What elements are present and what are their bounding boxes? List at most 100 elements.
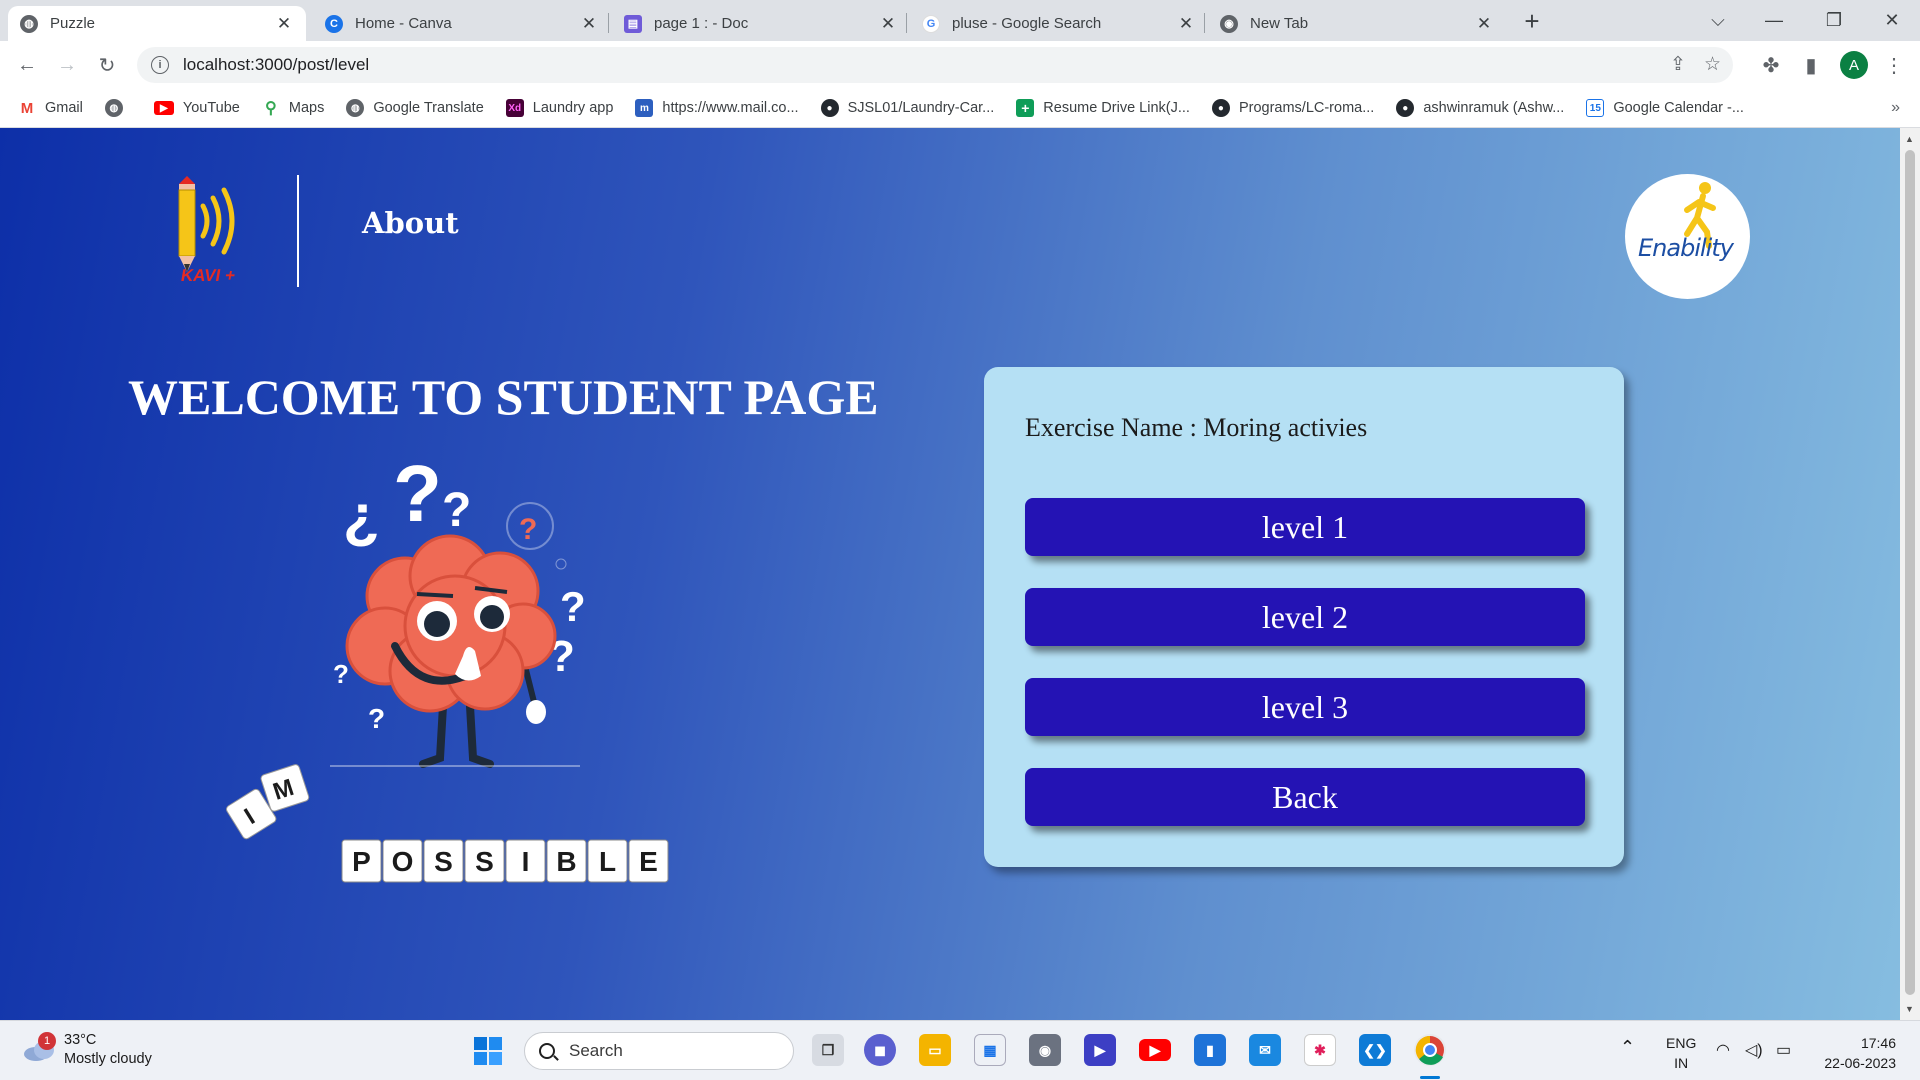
youtube-app-icon[interactable]: ▶ [1139, 1039, 1171, 1061]
weather-widget[interactable]: 1 33°C Mostly cloudy [22, 1031, 152, 1069]
power-automate-icon[interactable]: ▶ [1084, 1034, 1116, 1066]
tab-strip: ◍ Puzzle ✕ C Home - Canva ✕ ▤ page 1 : -… [0, 0, 1920, 41]
bookmark-label: https://www.mail.co... [662, 100, 799, 116]
back-button[interactable]: Back [1025, 768, 1585, 826]
weather-desc: Mostly cloudy [64, 1051, 152, 1067]
mail-app-icon[interactable]: ✉ [1249, 1034, 1281, 1066]
file-explorer-icon[interactable]: ▭ [919, 1034, 951, 1066]
level-1-button[interactable]: level 1 [1025, 498, 1585, 556]
tab-divider [906, 13, 907, 33]
bookmark-github-laundry[interactable]: ● SJSL01/Laundry-Car... [820, 99, 994, 117]
window-close-button[interactable]: ✕ [1864, 0, 1920, 41]
header-divider [297, 175, 299, 287]
vscode-icon[interactable]: ❮❯ [1359, 1034, 1391, 1066]
bookmark-gmail[interactable]: M Gmail [18, 99, 83, 117]
letter-tile: P [341, 839, 382, 883]
slack-icon[interactable]: ✱ [1304, 1034, 1336, 1066]
tray-overflow-chevron-icon[interactable]: ⌃ [1620, 1037, 1635, 1057]
tab-google-search[interactable]: G pluse - Google Search ✕ [910, 6, 1208, 41]
letter-tile: L [587, 839, 628, 883]
doc-icon: ▤ [624, 14, 642, 33]
kebab-menu-icon[interactable]: ⋮ [1878, 49, 1910, 81]
page-scrollbar[interactable]: ▲ ▼ [1900, 128, 1920, 1020]
extensions-puzzle-icon[interactable]: ✤ [1755, 49, 1787, 81]
close-icon[interactable]: ✕ [579, 14, 599, 34]
bookmark-star-icon[interactable]: ☆ [1704, 53, 1721, 76]
letter-tile-text: P [352, 846, 371, 877]
active-app-indicator [1420, 1076, 1440, 1079]
side-panel-icon[interactable]: ▮ [1795, 49, 1827, 81]
volume-icon[interactable]: ◁) [1745, 1041, 1763, 1061]
bookmark-laundry-app[interactable]: Xd Laundry app [505, 99, 613, 117]
level-2-button[interactable]: level 2 [1025, 588, 1585, 646]
reload-icon[interactable]: ↻ [91, 49, 123, 81]
tab-title: New Tab [1250, 15, 1309, 32]
bookmark-github-programs[interactable]: ● Programs/LC-roma... [1211, 99, 1374, 117]
tab-title: Home - Canva [355, 15, 452, 32]
word-app-icon[interactable]: ▮ [1194, 1034, 1226, 1066]
bookmark-resume[interactable]: + Resume Drive Link(J... [1016, 99, 1190, 117]
share-icon[interactable]: ⇪ [1670, 53, 1686, 76]
bookmark-youtube[interactable]: ▶ YouTube [153, 100, 240, 116]
bookmark-calendar[interactable]: 15 Google Calendar -... [1586, 99, 1744, 117]
nav-about-link[interactable]: About [362, 206, 459, 240]
close-icon[interactable]: ✕ [274, 14, 294, 34]
bookmarks-overflow-icon[interactable]: » [1891, 99, 1900, 117]
google-icon: G [922, 14, 940, 33]
windows-start-icon[interactable] [474, 1037, 502, 1065]
exercise-name: Exercise Name : Moring activies [1025, 413, 1368, 442]
mail-icon: m [635, 99, 654, 117]
bookmark-google-translate[interactable]: ◍ Google Translate [346, 99, 484, 117]
close-icon[interactable]: ✕ [1474, 14, 1494, 34]
site-info-icon[interactable]: i [151, 56, 169, 74]
tab-puzzle[interactable]: ◍ Puzzle ✕ [8, 6, 306, 41]
svg-text:?: ? [333, 659, 349, 689]
letter-tile-text: B [556, 846, 576, 877]
page-viewport: KAVI + About Enability WELCOME TO STUDEN… [0, 128, 1900, 1020]
microsoft-store-icon[interactable]: ▦ [974, 1034, 1006, 1066]
task-view-icon[interactable]: ❐ [812, 1034, 844, 1066]
scroll-up-arrow-icon[interactable]: ▲ [1905, 134, 1914, 144]
scroll-down-arrow-icon[interactable]: ▼ [1905, 1004, 1914, 1014]
back-arrow-icon[interactable]: ← [11, 49, 43, 81]
question-mark-icon: ? [519, 513, 537, 546]
globe-icon: ◍ [104, 99, 123, 117]
profile-avatar[interactable]: A [1840, 51, 1868, 79]
bookmark-label: Google Calendar -... [1613, 100, 1744, 116]
letter-tile: B [546, 839, 587, 883]
close-icon[interactable]: ✕ [878, 14, 898, 34]
canva-icon: C [325, 14, 343, 33]
camera-icon[interactable]: ◉ [1029, 1034, 1061, 1066]
battery-icon[interactable]: ▭ [1776, 1041, 1791, 1061]
clock[interactable]: 17:46 22-06-2023 [1816, 1033, 1896, 1073]
enability-logo[interactable]: Enability [1625, 174, 1750, 299]
bookmark-github-ashwin[interactable]: ● ashwinramuk (Ashw... [1396, 99, 1564, 117]
scrollbar-thumb[interactable] [1905, 150, 1915, 995]
tab-title: Puzzle [50, 15, 96, 32]
level-3-button[interactable]: level 3 [1025, 678, 1585, 736]
minimize-button[interactable]: — [1746, 0, 1802, 41]
bookmark-label: YouTube [182, 100, 240, 116]
chrome-app-icon[interactable] [1414, 1034, 1446, 1066]
close-icon[interactable]: ✕ [1176, 14, 1196, 34]
tab-new-tab[interactable]: ◉ New Tab ✕ [1208, 6, 1506, 41]
bookmark-maps[interactable]: ⚲ Maps [261, 99, 324, 117]
wifi-icon[interactable]: ◠ [1716, 1041, 1730, 1061]
restore-button[interactable]: ❐ [1806, 0, 1862, 41]
new-tab-button[interactable]: + [1518, 6, 1546, 37]
teams-chat-icon[interactable]: ◼ [864, 1034, 896, 1066]
tab-divider [608, 13, 609, 33]
bookmark-globe[interactable]: ◍ [104, 99, 132, 117]
forward-arrow-icon[interactable]: → [51, 49, 83, 81]
globe-icon: ◍ [346, 99, 365, 117]
lang-top: ENG [1666, 1035, 1697, 1051]
tab-search-chevron-icon[interactable]: ⌵ [1690, 0, 1746, 41]
taskbar-search[interactable]: Search [524, 1032, 794, 1070]
tab-canva[interactable]: C Home - Canva ✕ [313, 6, 611, 41]
letter-tile-text: O [392, 846, 414, 877]
address-bar[interactable]: i localhost:3000/post/level ⇪ ☆ [137, 47, 1733, 83]
bookmark-mail[interactable]: m https://www.mail.co... [635, 99, 799, 117]
language-indicator[interactable]: ENG IN [1666, 1033, 1696, 1073]
clock-date: 22-06-2023 [1824, 1055, 1896, 1071]
tab-doc[interactable]: ▤ page 1 : - Doc ✕ [612, 6, 910, 41]
